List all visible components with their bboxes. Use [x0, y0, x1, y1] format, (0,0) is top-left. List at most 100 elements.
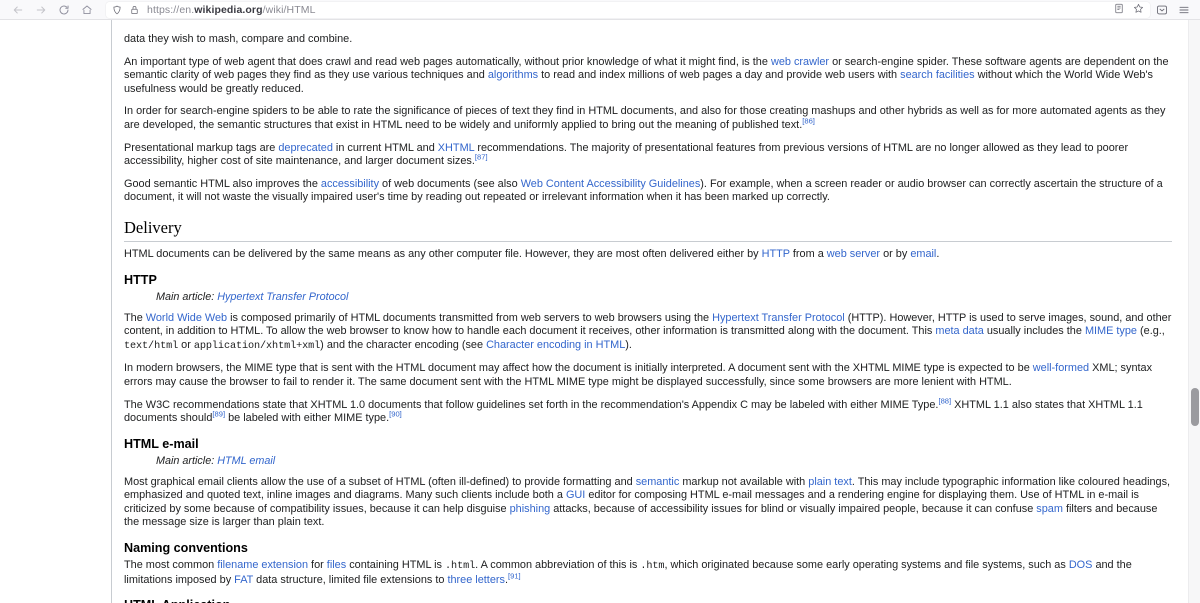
subsection-heading-html-application: HTML Application [124, 598, 1172, 603]
star-icon[interactable] [1133, 1, 1144, 19]
citation-88[interactable]: [88] [938, 396, 951, 405]
link-accessibility[interactable]: accessibility [321, 178, 379, 190]
reload-button[interactable] [52, 1, 75, 19]
text-segment: The [124, 311, 146, 324]
text-segment: containing HTML is [346, 559, 446, 572]
paragraph-delivery-intro: HTML documents can be delivered by the s… [124, 248, 1172, 262]
link-character-encoding-in-html[interactable]: Character encoding in HTML [486, 339, 625, 351]
link-algorithms[interactable]: algorithms [488, 69, 538, 81]
link-spam[interactable]: spam [1036, 503, 1063, 515]
back-button[interactable] [6, 1, 29, 19]
vertical-scrollbar[interactable] [1188, 20, 1200, 603]
text-segment: . A common abbreviation of this is [475, 559, 641, 572]
link-world-wide-web[interactable]: World Wide Web [146, 312, 227, 324]
text-segment: ). [625, 338, 632, 351]
text-segment: to read and index millions of web pages … [538, 69, 901, 82]
citation-86[interactable]: [86] [802, 116, 815, 125]
citation-90[interactable]: [90] [389, 409, 402, 418]
citation-link[interactable]: [89] [212, 409, 225, 418]
text-segment: markup not available with [679, 475, 809, 488]
padlock-icon[interactable] [130, 5, 139, 15]
shield-icon[interactable] [112, 5, 122, 15]
browser-actions [1156, 4, 1194, 16]
link-dos[interactable]: DOS [1069, 559, 1093, 571]
paragraph-presentational-markup: Presentational markup tags are deprecate… [124, 142, 1172, 169]
link-mime-type[interactable]: MIME type [1085, 325, 1137, 337]
wikipedia-article: data they wish to mash, compare and comb… [0, 20, 1188, 603]
text-segment: In order for search-engine spiders to be… [124, 105, 1166, 131]
url-scheme: https://en. [147, 3, 195, 16]
text-segment: for [308, 559, 327, 572]
link-hypertext-transfer-protocol-main[interactable]: Hypertext Transfer Protocol [217, 291, 348, 303]
text-segment: of web documents (see also [379, 177, 521, 190]
link-http[interactable]: HTTP [762, 248, 790, 260]
clipped-previous-line [124, 20, 1172, 32]
url-host: wikipedia.org [194, 3, 263, 16]
link-files[interactable]: files [327, 559, 346, 571]
link-email[interactable]: email [910, 248, 936, 260]
text-segment: attacks, because of accessibility issues… [550, 502, 1037, 515]
citation-91[interactable]: [91] [508, 571, 521, 580]
text-segment: Good semantic HTML also improves the [124, 177, 321, 190]
link-well-formed[interactable]: well-formed [1033, 362, 1089, 374]
text-segment: usually includes the [983, 325, 1085, 338]
paragraph-html-email-body: Most graphical email clients allow the u… [124, 476, 1172, 530]
text-segment: Presentational markup tags are [124, 141, 279, 154]
link-phishing[interactable]: phishing [510, 503, 551, 515]
text-segment: . [936, 247, 940, 260]
link-fat[interactable]: FAT [234, 574, 253, 586]
link-html-email-main[interactable]: HTML email [217, 455, 275, 467]
link-three-letters[interactable]: three letters [447, 574, 505, 586]
hatnote-label: Main article: [156, 454, 218, 467]
pocket-save-icon[interactable] [1156, 4, 1168, 16]
hamburger-menu-icon[interactable] [1178, 4, 1190, 16]
paragraph-search-spiders: In order for search-engine spiders to be… [124, 105, 1172, 132]
subsection-heading-http: HTTP [124, 272, 157, 287]
code-application-xhtml-xml: application/xhtml+xml [193, 340, 321, 352]
text-segment: Most graphical email clients allow the u… [124, 475, 636, 488]
clipped-line-text [124, 20, 1172, 32]
citation-link[interactable]: [87] [475, 153, 488, 162]
citation-87[interactable]: [87] [475, 153, 488, 162]
text-segment: (e.g., [1136, 325, 1165, 338]
link-web-crawler[interactable]: web crawler [771, 56, 829, 68]
url-path: /wiki/HTML [262, 3, 316, 16]
citation-link[interactable]: [90] [389, 409, 402, 418]
link-web-server[interactable]: web server [827, 248, 880, 260]
link-wcag[interactable]: Web Content Accessibility Guidelines [521, 178, 701, 190]
text-segment: In modern browsers, the MIME type that i… [124, 362, 1033, 375]
paragraph-w3c-recommendations: The W3C recommendations state that XHTML… [124, 396, 1172, 426]
paragraph-http-overview: The World Wide Web is composed primarily… [124, 312, 1172, 354]
citation-89[interactable]: [89] [212, 409, 225, 418]
page-viewport: data they wish to mash, compare and comb… [0, 20, 1200, 603]
reader-mode-icon[interactable] [1114, 1, 1124, 19]
link-deprecated[interactable]: deprecated [278, 142, 333, 154]
link-gui[interactable]: GUI [566, 489, 585, 501]
link-filename-extension[interactable]: filename extension [217, 559, 308, 571]
text-segment: HTML documents can be delivered by the s… [124, 247, 762, 260]
text-segment: data structure, limited file extensions … [253, 573, 448, 586]
url-text: https://en.wikipedia.org/wiki/HTML [147, 4, 316, 16]
arrow-left-icon [12, 4, 24, 16]
citation-link[interactable]: [88] [938, 396, 951, 405]
link-xhtml[interactable]: XHTML [438, 142, 475, 154]
paragraph-text: data they wish to mash, compare and comb… [124, 33, 353, 45]
citation-link[interactable]: [86] [802, 116, 815, 125]
link-semantic[interactable]: semantic [636, 476, 680, 488]
hatnote-label: Main article: [156, 290, 218, 303]
article-content: data they wish to mash, compare and comb… [112, 20, 1188, 603]
address-bar-icons [112, 5, 139, 15]
citation-link[interactable]: [91] [508, 571, 521, 580]
forward-button[interactable] [29, 1, 52, 19]
link-meta-data[interactable]: meta data [935, 325, 983, 337]
home-button[interactable] [75, 1, 98, 19]
text-segment: or by [880, 247, 911, 260]
scrollbar-thumb[interactable] [1191, 388, 1199, 426]
reload-icon [58, 4, 70, 16]
link-hypertext-transfer-protocol[interactable]: Hypertext Transfer Protocol [712, 312, 845, 324]
link-plain-text[interactable]: plain text [808, 476, 852, 488]
hatnote-http: Main article: Hypertext Transfer Protoco… [156, 291, 1172, 304]
link-search-facilities[interactable]: search facilities [900, 69, 974, 81]
text-segment: from a [789, 247, 827, 260]
address-bar[interactable]: https://en.wikipedia.org/wiki/HTML [106, 1, 1150, 19]
